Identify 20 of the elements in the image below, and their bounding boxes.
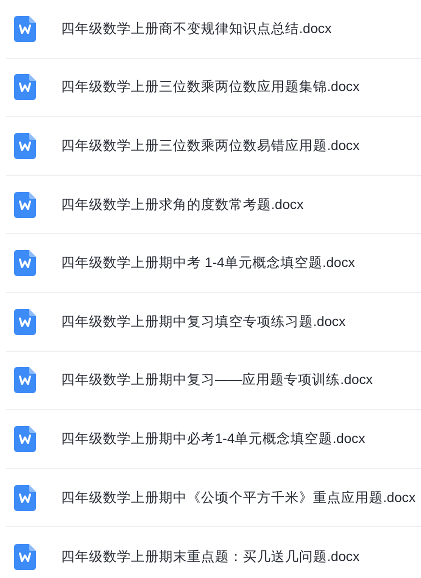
- word-document-icon: [14, 367, 36, 394]
- word-document-icon: [14, 192, 36, 218]
- word-document-icon: [14, 426, 36, 452]
- word-document-icon: [14, 250, 36, 276]
- word-document-icon: [14, 544, 36, 570]
- file-name[interactable]: 四年级数学上册三位数乘两位数易错应用题.docx: [61, 136, 360, 155]
- file-name[interactable]: 四年级数学上册期中《公顷个平方千米》重点应用题.docx: [61, 488, 416, 507]
- file-name[interactable]: 四年级数学上册期中复习填空专项练习题.docx: [61, 312, 346, 331]
- file-name[interactable]: 四年级数学上册三位数乘两位数应用题集锦.docx: [61, 78, 360, 96]
- file-name[interactable]: 四年级数学上册求角的度数常考题.docx: [61, 196, 304, 214]
- file-name[interactable]: 四年级数学上册期中复习——应用题专项训练.docx: [61, 371, 373, 390]
- word-document-icon: [14, 132, 36, 159]
- file-name[interactable]: 四年级数学上册期中考 1-4单元概念填空题.docx: [61, 254, 355, 272]
- file-name[interactable]: 四年级数学上册期中必考1-4单元概念填空题.docx: [61, 430, 366, 448]
- file-name[interactable]: 四年级数学上册商不变规律知识点总结.docx: [61, 20, 332, 38]
- file-name[interactable]: 四年级数学上册期末重点题：买几送几问题.docx: [61, 548, 360, 566]
- word-document-icon: [14, 16, 36, 42]
- word-document-icon: [14, 484, 36, 511]
- word-document-icon: [14, 74, 36, 100]
- word-document-icon: [14, 308, 36, 335]
